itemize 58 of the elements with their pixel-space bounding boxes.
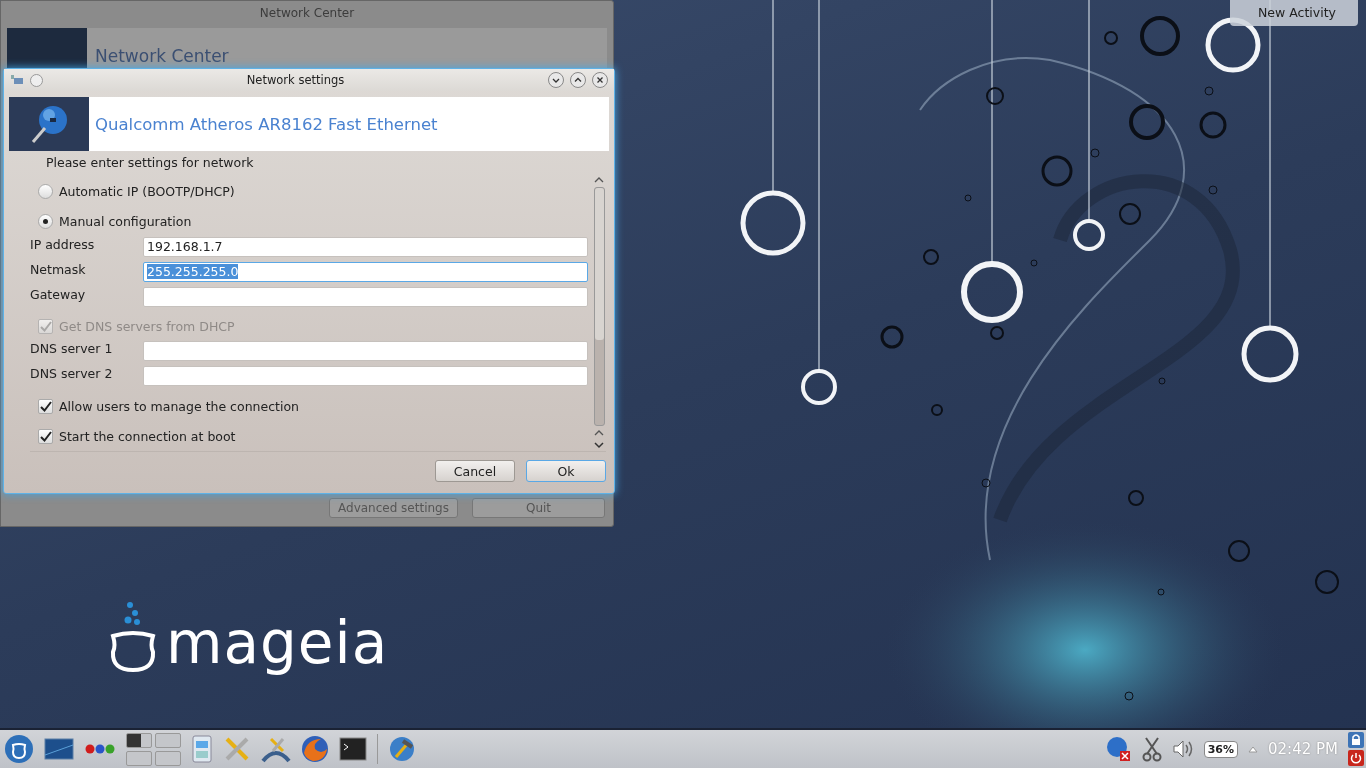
header-title: Qualcomm Atheros AR8162 Fast Ethernet: [95, 114, 438, 134]
input-field[interactable]: 192.168.1.7: [143, 236, 588, 257]
header-title: Network Center: [95, 46, 229, 66]
pager-cell[interactable]: [155, 732, 181, 748]
pin-button[interactable]: [30, 73, 43, 87]
new-activity-button[interactable]: New Activity: [1230, 0, 1358, 26]
cauldron-logo-icon: [108, 600, 158, 675]
field-label: DNS server 2: [30, 366, 114, 382]
input-field[interactable]: [143, 341, 588, 362]
lock-icon[interactable]: [1348, 732, 1364, 748]
pager-cell[interactable]: [155, 750, 181, 766]
browser-icon[interactable]: [301, 735, 329, 763]
radio-label: Automatic IP (BOOTP/DHCP): [59, 184, 235, 200]
field-label: Netmask: [30, 261, 87, 277]
pager-cell[interactable]: [126, 732, 152, 748]
radio-button[interactable]: [38, 214, 53, 230]
scissors-icon[interactable]: [1141, 736, 1162, 762]
power-icon[interactable]: [1348, 750, 1364, 766]
scrollbar-track[interactable]: [593, 187, 605, 426]
terminal-icon[interactable]: [339, 737, 367, 761]
caret-icon[interactable]: [1248, 745, 1258, 753]
field-label: Gateway: [30, 286, 87, 302]
colored-dots-icon[interactable]: [84, 743, 116, 755]
minimize-button[interactable]: [548, 72, 564, 88]
input-field[interactable]: [143, 366, 588, 387]
scroll-down-icon[interactable]: [594, 441, 604, 449]
pager-cell[interactable]: [126, 750, 152, 766]
checkbox-label: Allow users to manage the connection: [59, 398, 299, 414]
battery-indicator[interactable]: 36%: [1203, 740, 1238, 758]
checkbox-label: Get DNS servers from DHCP: [59, 319, 235, 334]
checkmark-icon: [39, 321, 52, 332]
scroll-up-icon[interactable]: [594, 176, 604, 184]
checkmark-icon: [39, 430, 52, 442]
window-title: Network Center: [259, 6, 355, 20]
field-label: DNS server 1: [30, 341, 114, 357]
close-button[interactable]: [592, 72, 608, 88]
network-disconnected-icon[interactable]: [1105, 736, 1132, 762]
volume-icon[interactable]: [1171, 738, 1194, 760]
maximize-button[interactable]: [570, 72, 586, 88]
field-label: IP address: [30, 236, 96, 252]
radio-label: Manual configuration: [59, 214, 192, 230]
network-icon: [10, 74, 24, 86]
desktop-icon[interactable]: [44, 737, 74, 761]
app-menu-icon[interactable]: [4, 734, 34, 764]
checkbox[interactable]: [38, 428, 53, 444]
radio-button[interactable]: [38, 184, 53, 200]
logo-text: mageia: [166, 611, 389, 675]
window-title: Network settings: [245, 73, 346, 87]
tools-arch-icon[interactable]: [261, 735, 291, 763]
prompt-text: Please enter settings for network: [46, 155, 255, 170]
checkbox[interactable]: [38, 398, 53, 414]
dialog-button[interactable]: Cancel: [435, 460, 515, 482]
hammer-globe-icon[interactable]: [388, 735, 416, 763]
checkbox-label: Start the connection at boot: [59, 428, 236, 444]
checkmark-icon: [39, 400, 52, 412]
dialog-button[interactable]: Ok: [526, 460, 606, 482]
scroll-up-icon[interactable]: [594, 429, 604, 437]
input-field[interactable]: [143, 286, 588, 307]
